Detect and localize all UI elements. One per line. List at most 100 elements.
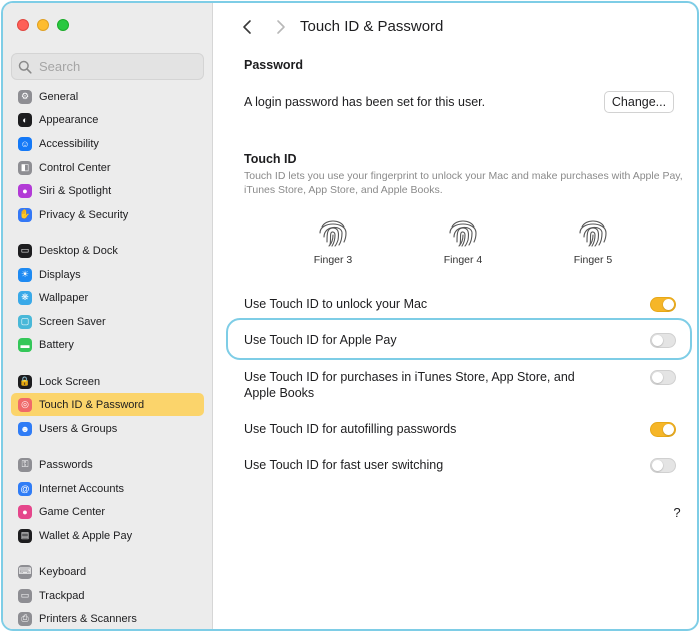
sidebar: ⚙ General ◐ Appearance ☺ Accessibility ◧ Contro… xyxy=(3,3,213,629)
settings-window: ⚙ General ◐ Appearance ☺ Accessibility ◧ Contro… xyxy=(1,1,699,631)
gear-icon: ⚙ xyxy=(18,89,32,104)
sidebar-item-label: Desktop & Dock xyxy=(39,244,118,257)
fingerprint-icon xyxy=(558,215,628,249)
fingerprint-label: Finger 3 xyxy=(313,254,353,266)
fingerprint-3[interactable]: Finger 5 xyxy=(558,215,628,266)
chevron-right-icon xyxy=(277,20,285,34)
content-pane: Touch ID & Password Password A login pas… xyxy=(214,3,697,629)
search-input[interactable] xyxy=(39,59,189,74)
sidebar-item-appearance[interactable]: ◐ Appearance xyxy=(11,108,204,131)
sidebar-item-displays[interactable]: ☀ Displays xyxy=(11,263,204,286)
sidebar-item-label: Screen Saver xyxy=(39,315,106,328)
at-icon: @ xyxy=(18,481,32,496)
change-password-button[interactable]: Change... xyxy=(604,91,674,113)
option-toggle[interactable] xyxy=(650,458,676,473)
help-button[interactable]: ? xyxy=(667,503,687,523)
sidebar-item-label: Keyboard xyxy=(39,565,87,578)
navigation-buttons xyxy=(236,17,292,37)
search-field[interactable] xyxy=(11,53,204,80)
touchid-section-title: Touch ID xyxy=(244,152,297,166)
option-label: Use Touch ID to unlock your Mac xyxy=(244,297,428,311)
sidebar-item-wallpaper[interactable]: ❋ Wallpaper xyxy=(11,286,204,309)
sidebar-item-game-center[interactable]: ● Game Center xyxy=(11,500,204,523)
minimize-button[interactable] xyxy=(37,19,49,31)
fingerprint-label: Finger 4 xyxy=(443,254,483,266)
option-toggle[interactable] xyxy=(650,370,676,385)
sidebar-item-label: Wallpaper xyxy=(39,291,89,304)
search-icon xyxy=(18,60,32,74)
sidebar-item-trackpad[interactable]: ▭ Trackpad xyxy=(11,584,204,607)
option-toggle[interactable] xyxy=(650,422,676,437)
sidebar-item-label: Privacy & Security xyxy=(39,208,129,221)
fingerprint-icon: ◎ xyxy=(18,397,32,412)
sidebar-item-privacy-security[interactable]: ✋ Privacy & Security xyxy=(11,203,204,226)
option-label: Use Touch ID for Apple Pay xyxy=(244,333,397,347)
sidebar-item-label: Internet Accounts xyxy=(39,482,124,495)
sidebar-item-passwords[interactable]: ⚿ Passwords xyxy=(11,453,204,476)
wallet-icon: ▤ xyxy=(18,528,32,543)
option-label: Use Touch ID for purchases in iTunes Sto… xyxy=(244,370,575,400)
sidebar-item-battery[interactable]: ▬ Battery xyxy=(11,333,204,356)
sidebar-list: ⚙ General ◐ Appearance ☺ Accessibility ◧ Contro… xyxy=(3,85,213,629)
screen-saver-icon: ▢ xyxy=(18,314,32,329)
sidebar-item-label: Wallet & Apple Pay xyxy=(39,529,133,542)
back-button[interactable] xyxy=(236,17,258,37)
sidebar-item-general[interactable]: ⚙ General xyxy=(11,85,204,108)
sidebar-item-label: Appearance xyxy=(39,113,99,126)
key-icon: ⚿ xyxy=(18,457,32,472)
displays-icon: ☀ xyxy=(18,267,32,282)
sidebar-item-label: Lock Screen xyxy=(39,375,101,388)
sidebar-item-control-center[interactable]: ◧ Control Center xyxy=(11,156,204,179)
game-center-icon: ● xyxy=(18,504,32,519)
sidebar-item-label: Battery xyxy=(39,338,74,351)
sidebar-item-internet-accounts[interactable]: @ Internet Accounts xyxy=(11,477,204,500)
sidebar-item-label: Game Center xyxy=(39,505,106,518)
chevron-left-icon xyxy=(243,20,251,34)
sidebar-item-screen-saver[interactable]: ▢ Screen Saver xyxy=(11,310,204,333)
sidebar-item-accessibility[interactable]: ☺ Accessibility xyxy=(11,132,204,155)
sidebar-item-label: Accessibility xyxy=(39,137,99,150)
sidebar-item-siri-spotlight[interactable]: ● Siri & Spotlight xyxy=(11,179,204,202)
sidebar-item-touch-id-password[interactable]: ◎ Touch ID & Password xyxy=(11,393,204,416)
fingerprint-icon xyxy=(428,215,498,249)
sidebar-item-lock-screen[interactable]: 🔒 Lock Screen xyxy=(11,370,204,393)
sidebar-item-label: Control Center xyxy=(39,161,111,174)
password-section-title: Password xyxy=(244,58,304,72)
sidebar-item-label: Trackpad xyxy=(39,589,85,602)
printer-icon: ⎙ xyxy=(18,611,32,626)
dock-icon: ▭ xyxy=(18,243,32,258)
wallpaper-icon: ❋ xyxy=(18,290,32,305)
appearance-icon: ◐ xyxy=(18,112,32,127)
sidebar-item-label: Touch ID & Password xyxy=(39,398,145,411)
sidebar-item-users-groups[interactable]: ☻ Users & Groups xyxy=(11,417,204,440)
sidebar-item-label: Siri & Spotlight xyxy=(39,184,112,197)
accessibility-icon: ☺ xyxy=(18,136,32,151)
option-toggle[interactable] xyxy=(650,297,676,312)
sidebar-item-label: Displays xyxy=(39,268,81,281)
option-label: Use Touch ID for fast user switching xyxy=(244,458,444,472)
siri-icon: ● xyxy=(18,183,32,198)
forward-button[interactable] xyxy=(270,17,292,37)
touchid-description: Touch ID lets you use your fingerprint t… xyxy=(244,170,683,196)
sidebar-item-label: Printers & Scanners xyxy=(39,612,137,625)
keyboard-icon: ⌨ xyxy=(18,564,32,579)
fingerprint-1[interactable]: Finger 3 xyxy=(298,215,368,266)
hand-icon: ✋ xyxy=(18,207,32,222)
password-status: A login password has been set for this u… xyxy=(244,95,486,109)
zoom-button[interactable] xyxy=(57,19,69,31)
sidebar-item-desktop-dock[interactable]: ▭ Desktop & Dock xyxy=(11,239,204,262)
sidebar-item-printers-scanners[interactable]: ⎙ Printers & Scanners xyxy=(11,607,204,629)
users-icon: ☻ xyxy=(18,421,32,436)
close-button[interactable] xyxy=(17,19,29,31)
sidebar-item-wallet-apple-pay[interactable]: ▤ Wallet & Apple Pay xyxy=(11,524,204,547)
option-toggle[interactable] xyxy=(650,333,676,348)
fingerprint-2[interactable]: Finger 4 xyxy=(428,215,498,266)
battery-icon: ▬ xyxy=(18,337,32,352)
sidebar-item-label: Users & Groups xyxy=(39,422,118,435)
fingerprint-icon xyxy=(298,215,368,249)
fingerprint-label: Finger 5 xyxy=(573,254,613,266)
lock-icon: 🔒 xyxy=(18,374,32,389)
page-title: Touch ID & Password xyxy=(300,18,444,35)
sidebar-item-keyboard[interactable]: ⌨ Keyboard xyxy=(11,560,204,583)
window-controls xyxy=(17,19,69,31)
